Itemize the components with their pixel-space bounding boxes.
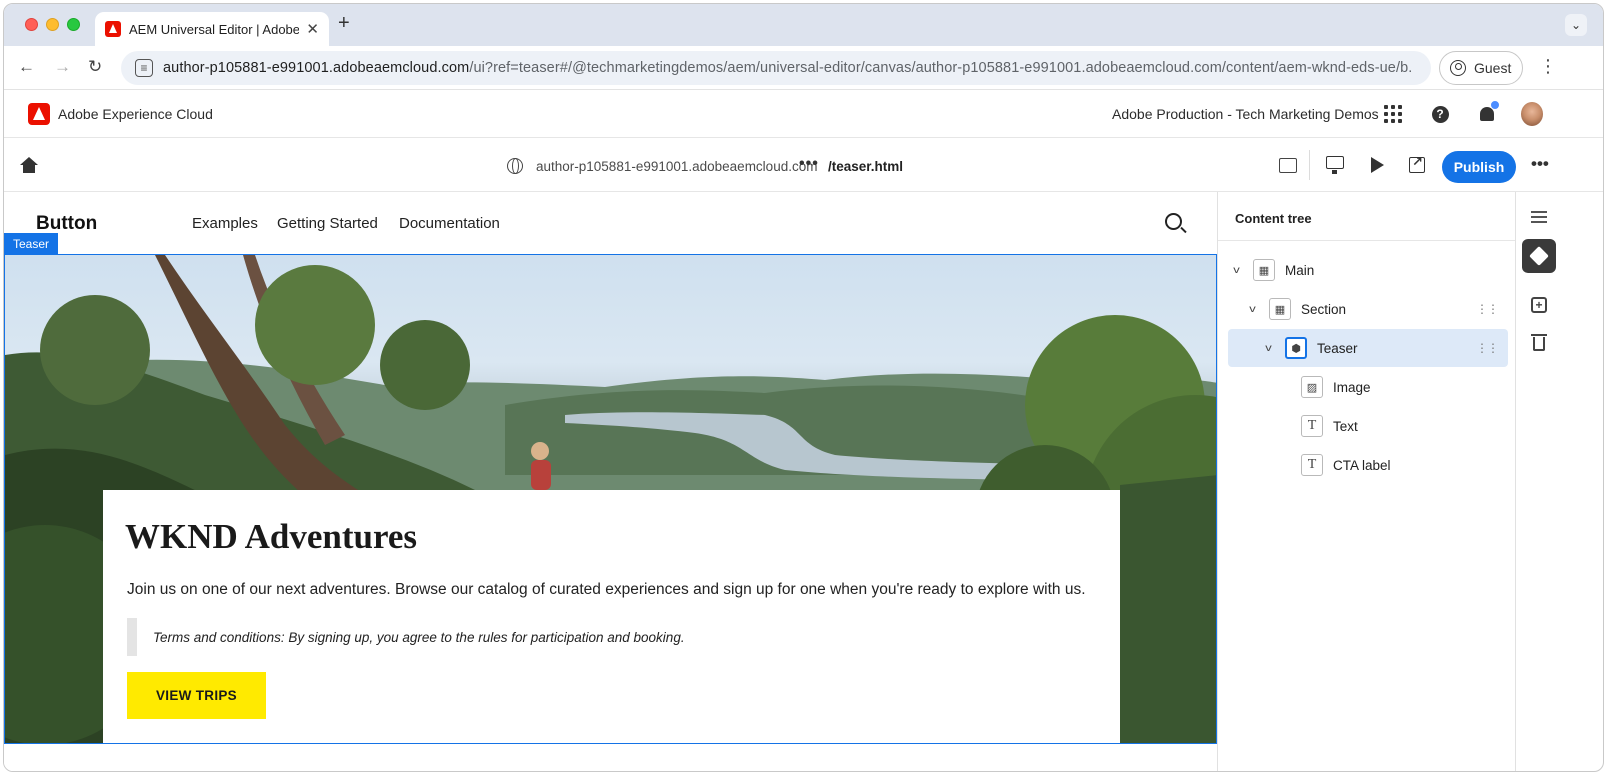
page-path[interactable]: /teaser.html xyxy=(828,159,903,174)
adobe-favicon-icon xyxy=(105,21,121,37)
text-icon: T xyxy=(1301,415,1323,437)
tab-search-chevron-icon[interactable]: ⌄ xyxy=(1565,14,1587,36)
tree-node-image[interactable]: ▨ Image xyxy=(1228,368,1508,406)
teaser-hero-image[interactable]: WKND Adventures Join us on one of our ne… xyxy=(4,254,1217,744)
view-trips-button[interactable]: VIEW TRIPS xyxy=(127,672,266,719)
teaser-card: WKND Adventures Join us on one of our ne… xyxy=(103,490,1120,743)
teaser-title[interactable]: WKND Adventures xyxy=(125,517,417,557)
help-icon[interactable]: ? xyxy=(1429,103,1451,125)
nav-link-documentation[interactable]: Documentation xyxy=(399,215,500,232)
content-tree-panel: Content tree v ▦ Main v ▦ Section ⋮⋮ v ⬢… xyxy=(1217,192,1515,771)
panel-divider xyxy=(1218,240,1515,241)
search-icon[interactable] xyxy=(1165,213,1182,230)
app-name[interactable]: Adobe Experience Cloud xyxy=(58,106,213,122)
drag-handle-icon[interactable]: ⋮⋮ xyxy=(1476,302,1499,316)
editor-header: author-p105881-e991001.adobeaemcloud.com… xyxy=(4,138,1603,192)
layers-icon[interactable] xyxy=(1522,239,1556,273)
url-host: author-p105881-e991001.adobeaemcloud.com xyxy=(163,60,470,76)
profile-button[interactable]: Guest xyxy=(1439,51,1523,85)
url-text: author-p105881-e991001.adobeaemcloud.com… xyxy=(163,60,1413,76)
tree-node-text[interactable]: T Text xyxy=(1228,407,1508,445)
tree-node-section[interactable]: v ▦ Section ⋮⋮ xyxy=(1228,290,1508,328)
tree-node-label: Teaser xyxy=(1317,340,1358,356)
preview-play-icon[interactable] xyxy=(1371,157,1384,173)
help-glyph: ? xyxy=(1431,105,1449,123)
new-tab-button[interactable]: + xyxy=(338,12,350,35)
forward-arrow-icon[interactable]: → xyxy=(54,57,71,77)
block-icon: ▦ xyxy=(1269,298,1291,320)
tree-node-label: Main xyxy=(1285,262,1315,278)
editor-host[interactable]: author-p105881-e991001.adobeaemcloud.com xyxy=(536,159,817,174)
minimize-window-button[interactable] xyxy=(46,18,59,31)
chevron-down-icon[interactable]: v xyxy=(1233,265,1240,276)
emulator-settings-icon[interactable] xyxy=(1279,158,1297,173)
selected-component-tag: Teaser xyxy=(4,233,59,255)
panel-title: Content tree xyxy=(1235,211,1312,226)
editor-more-icon[interactable]: ••• xyxy=(1531,154,1549,174)
home-icon[interactable] xyxy=(20,157,38,173)
nav-link-examples[interactable]: Examples xyxy=(192,215,258,232)
site-brand[interactable]: Button xyxy=(36,213,97,235)
tree-node-label: Section xyxy=(1301,301,1347,317)
site-info-icon[interactable]: ≡ xyxy=(135,59,153,77)
zoom-window-button[interactable] xyxy=(67,18,80,31)
side-rail: + xyxy=(1515,192,1563,771)
editor-canvas: Button Examples Getting Started Document… xyxy=(4,192,1217,771)
open-page-icon[interactable] xyxy=(1409,154,1425,173)
tree-node-main[interactable]: v ▦ Main xyxy=(1228,251,1508,289)
text-icon: T xyxy=(1301,454,1323,476)
publish-button[interactable]: Publish xyxy=(1442,151,1516,183)
org-switcher[interactable]: Adobe Production - Tech Marketing Demos xyxy=(1112,106,1379,122)
image-icon: ▨ xyxy=(1301,376,1323,398)
chevron-down-icon[interactable]: v xyxy=(1265,343,1272,354)
globe-icon xyxy=(507,158,523,174)
reload-icon[interactable]: ↻ xyxy=(88,57,102,77)
properties-sliders-icon[interactable] xyxy=(1522,200,1556,234)
close-window-button[interactable] xyxy=(25,18,38,31)
url-path: /ui?ref=teaser#/@techmarketingdemos/aem/… xyxy=(469,60,1413,76)
drag-handle-icon[interactable]: ⋮⋮ xyxy=(1476,341,1499,355)
notifications-bell-icon[interactable] xyxy=(1476,100,1500,125)
component-icon: ⬢ xyxy=(1285,337,1307,359)
terms-quote[interactable]: Terms and conditions: By signing up, you… xyxy=(127,618,1027,656)
tree-node-label: CTA label xyxy=(1333,457,1391,473)
block-icon: ▦ xyxy=(1253,259,1275,281)
delete-trash-icon[interactable] xyxy=(1522,327,1556,361)
add-component-icon[interactable]: + xyxy=(1522,288,1556,322)
browser-toolbar: ← → ↻ ≡ author-p105881-e991001.adobeaemc… xyxy=(4,46,1603,90)
desktop-preview-icon[interactable] xyxy=(1326,156,1344,174)
tab-strip: AEM Universal Editor | Adobe ✕ + ⌄ xyxy=(4,4,1603,46)
site-nav: Button Examples Getting Started Document… xyxy=(4,192,1217,254)
adobe-logo-icon[interactable] xyxy=(28,103,50,125)
browser-tab[interactable]: AEM Universal Editor | Adobe ✕ xyxy=(95,12,329,46)
tree-node-label: Image xyxy=(1333,379,1371,395)
tree-node-cta-label[interactable]: T CTA label xyxy=(1228,446,1508,484)
user-avatar[interactable] xyxy=(1521,102,1543,126)
nav-link-getting-started[interactable]: Getting Started xyxy=(277,215,378,232)
chevron-down-icon[interactable]: v xyxy=(1249,304,1256,315)
address-bar[interactable]: ≡ author-p105881-e991001.adobeaemcloud.c… xyxy=(121,51,1431,85)
teaser-text[interactable]: Join us on one of our next adventures. B… xyxy=(127,581,1086,599)
profile-icon xyxy=(1450,60,1466,76)
apps-grid-icon[interactable] xyxy=(1382,103,1404,125)
breadcrumb-more-icon[interactable]: ••• xyxy=(799,155,819,173)
tree-node-label: Text xyxy=(1333,418,1358,434)
browser-menu-icon[interactable]: ⋮ xyxy=(1539,56,1557,77)
toolbar-divider xyxy=(1309,150,1310,180)
experience-cloud-header: Adobe Experience Cloud Adobe Production … xyxy=(4,90,1603,138)
terms-text: Terms and conditions: By signing up, you… xyxy=(153,629,685,645)
notification-dot xyxy=(1490,100,1500,110)
browser-window: AEM Universal Editor | Adobe ✕ + ⌄ ← → ↻… xyxy=(3,3,1604,772)
tree-node-teaser[interactable]: v ⬢ Teaser ⋮⋮ xyxy=(1228,329,1508,367)
add-glyph: + xyxy=(1531,297,1547,313)
tab-title: AEM Universal Editor | Adobe xyxy=(129,21,299,37)
back-arrow-icon[interactable]: ← xyxy=(18,57,35,77)
tab-close-icon[interactable]: ✕ xyxy=(306,20,319,38)
profile-label: Guest xyxy=(1474,60,1512,76)
